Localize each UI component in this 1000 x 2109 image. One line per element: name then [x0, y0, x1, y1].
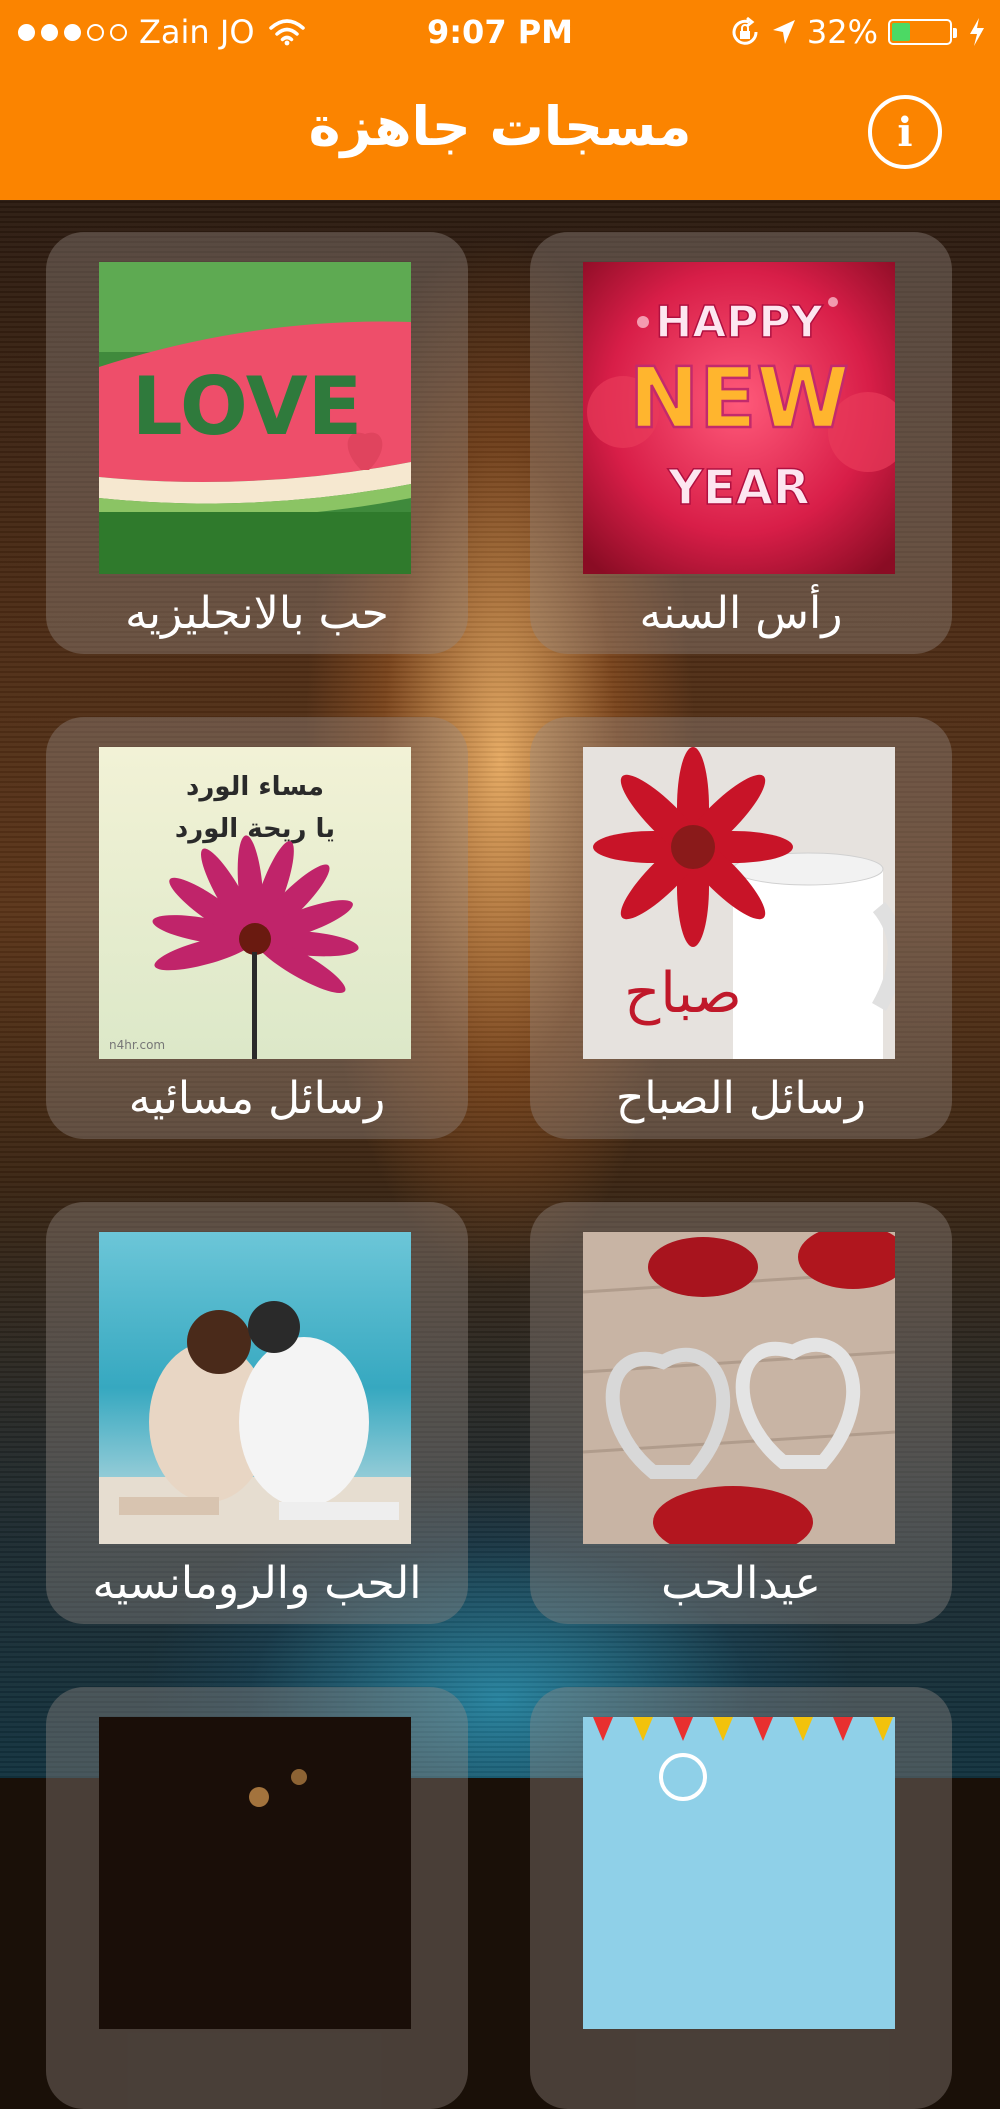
- category-tile-love-english[interactable]: LOVE حب بالانجليزيه: [46, 232, 468, 654]
- location-arrow-icon: [772, 20, 795, 44]
- battery-icon: [888, 19, 957, 45]
- valentines-image: [583, 1232, 895, 1544]
- category-label: رسائل مسائيه: [128, 1073, 386, 1124]
- info-icon: i: [897, 108, 913, 156]
- info-button[interactable]: i: [868, 95, 942, 169]
- category-tile-love-romance[interactable]: الحب والرومانسيه: [46, 1202, 468, 1624]
- category-image: [583, 1717, 895, 2029]
- category-tile[interactable]: [530, 1687, 952, 2109]
- charging-bolt-icon: [970, 18, 984, 46]
- rotation-lock-icon: [732, 16, 758, 45]
- category-tile-morning-messages[interactable]: صباح رسائل الصباح: [530, 717, 952, 1139]
- morning-text: صباح: [624, 961, 742, 1026]
- love-romance-image: [99, 1232, 411, 1544]
- battery-percentage: 32%: [806, 13, 878, 51]
- morning-messages-image: صباح: [583, 747, 895, 1059]
- category-label: رسائل الصباح: [616, 1073, 866, 1124]
- category-tile-valentines[interactable]: عيدالحب: [530, 1202, 952, 1624]
- love-text: LOVE: [132, 360, 363, 453]
- category-label: عيدالحب: [661, 1558, 821, 1609]
- clock: 9:07 PM: [426, 13, 574, 51]
- new-year-image: HAPPY NEW YEAR: [583, 262, 895, 574]
- evening-text-2: يا ريحة الورد: [175, 814, 335, 844]
- category-image: [99, 1717, 411, 2029]
- category-tile[interactable]: [46, 1687, 468, 2109]
- new-year-text-2: NEW: [629, 349, 849, 447]
- category-label: حب بالانجليزيه: [125, 588, 389, 639]
- watermark-text: n4hr.com: [109, 1038, 165, 1052]
- new-year-text-1: HAPPY: [655, 297, 823, 348]
- category-label: الحب والرومانسيه: [92, 1558, 422, 1609]
- status-bar-right: 32%: [729, 10, 986, 54]
- page-title: مسجات جاهزة: [308, 95, 692, 158]
- new-year-text-3: YEAR: [667, 460, 810, 516]
- evening-text-1: مساء الورد: [186, 772, 324, 802]
- category-tile-new-year[interactable]: HAPPY NEW YEAR رأس السنه: [530, 232, 952, 654]
- battery-level: [892, 23, 910, 41]
- evening-messages-image: مساء الورد يا ريحة الورد n4hr.com: [99, 747, 411, 1059]
- love-english-image: LOVE: [99, 262, 411, 574]
- category-tile-evening-messages[interactable]: مساء الورد يا ريحة الورد n4hr.com رسائل …: [46, 717, 468, 1139]
- category-label: رأس السنه: [639, 588, 843, 639]
- navigation-bar: Zain JO 9:07 PM 32% مسجات جاهزة i: [0, 0, 1000, 200]
